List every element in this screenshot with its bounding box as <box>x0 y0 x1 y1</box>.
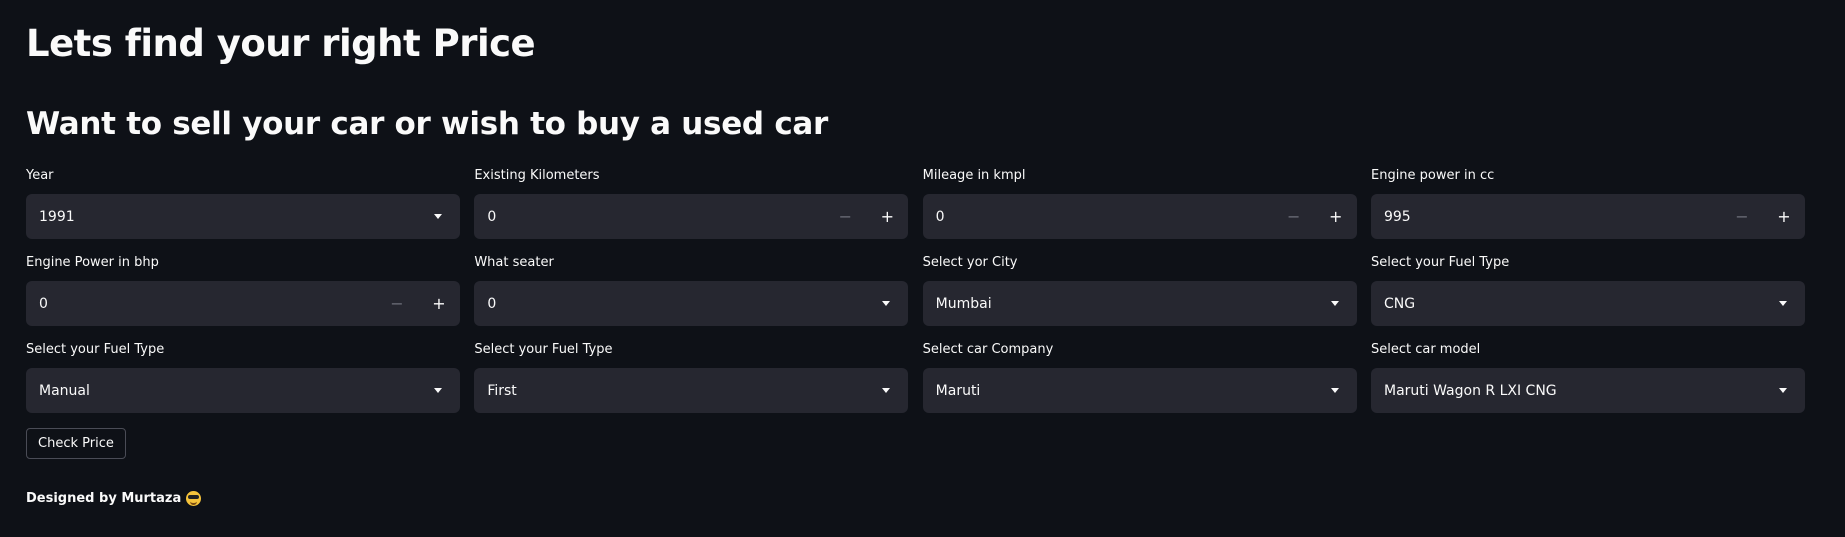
minus-button[interactable]: − <box>1721 194 1763 239</box>
field-label: Select yor City <box>922 255 1018 270</box>
car-company-select[interactable]: Maruti <box>922 368 1357 413</box>
plus-button[interactable]: + <box>1315 194 1357 239</box>
field-label: Select car Company <box>922 342 1054 357</box>
fuel-type-field: Select your Fuel Type CNG <box>1370 253 1805 340</box>
page-subtitle: Want to sell your car or wish to buy a u… <box>26 106 828 142</box>
field-label: Select your Fuel Type <box>474 342 613 357</box>
field-label: Year <box>26 168 54 183</box>
engine-bhp-field: Engine Power in bhp 0 − + <box>26 253 460 340</box>
number-value[interactable]: 0 <box>474 209 824 225</box>
input-grid: Year 1991 Existing Kilometers 0 − + Mile… <box>26 166 1805 427</box>
engine-cc-input[interactable]: 995 − + <box>1370 194 1805 239</box>
page-title: Lets find your right Price <box>26 22 536 65</box>
chevron-down-icon <box>434 214 442 219</box>
year-field: Year 1991 <box>26 166 460 253</box>
check-price-button[interactable]: Check Price <box>26 428 126 459</box>
chevron-down-icon <box>1330 301 1339 306</box>
city-field: Select yor City Mumbai <box>922 253 1357 340</box>
engine-bhp-input[interactable]: 0 − + <box>26 281 460 326</box>
number-value[interactable]: 995 <box>1371 209 1721 225</box>
number-value[interactable]: 0 <box>923 209 1273 225</box>
field-label: Mileage in kmpl <box>922 168 1026 183</box>
owner-select[interactable]: First <box>474 368 909 413</box>
minus-button[interactable]: − <box>1273 194 1315 239</box>
mileage-input[interactable]: 0 − + <box>922 194 1357 239</box>
plus-button[interactable]: + <box>418 281 460 326</box>
chevron-down-icon <box>1778 388 1787 393</box>
plus-button[interactable]: + <box>1763 194 1805 239</box>
year-select[interactable]: 1991 <box>26 194 460 239</box>
chevron-down-icon <box>882 301 891 306</box>
select-value: Mumbai <box>935 295 992 312</box>
car-model-field: Select car model Maruti Wagon R LXI CNG <box>1370 340 1805 427</box>
chevron-down-icon <box>882 388 891 393</box>
chevron-down-icon <box>1330 388 1339 393</box>
app-page: Lets find your right Price Want to sell … <box>0 0 1845 537</box>
select-value: Maruti Wagon R LXI CNG <box>1383 382 1557 399</box>
select-value: 0 <box>487 295 497 312</box>
field-label: Engine power in cc <box>1370 168 1495 183</box>
field-label: Select your Fuel Type <box>1370 255 1510 270</box>
car-model-select[interactable]: Maruti Wagon R LXI CNG <box>1370 368 1805 413</box>
transmission-field: Select your Fuel Type Manual <box>26 340 460 427</box>
plus-button[interactable]: + <box>866 194 908 239</box>
number-value[interactable]: 0 <box>26 296 376 312</box>
select-value: First <box>487 382 517 399</box>
select-value: Manual <box>39 382 90 399</box>
field-label: Existing Kilometers <box>474 168 600 183</box>
transmission-select[interactable]: Manual <box>26 368 460 413</box>
fuel-type-select[interactable]: CNG <box>1370 281 1805 326</box>
footer-text: Designed by Murtaza <box>26 491 182 506</box>
field-label: Engine Power in bhp <box>26 255 159 270</box>
existing-kilometers-field: Existing Kilometers 0 − + <box>474 166 909 253</box>
field-label: What seater <box>474 255 554 270</box>
number-stepper: − + <box>1273 194 1357 239</box>
car-company-field: Select car Company Maruti <box>922 340 1357 427</box>
select-value: Maruti <box>935 382 981 399</box>
select-value: CNG <box>1383 295 1416 312</box>
number-stepper: − + <box>1721 194 1805 239</box>
number-stepper: − + <box>376 281 460 326</box>
owner-field: Select your Fuel Type First <box>474 340 909 427</box>
existing-kilometers-input[interactable]: 0 − + <box>474 194 909 239</box>
footer-credit: Designed by Murtaza <box>26 491 202 506</box>
chevron-down-icon <box>1778 301 1787 306</box>
seater-select[interactable]: 0 <box>474 281 909 326</box>
chevron-down-icon <box>434 388 442 393</box>
city-select[interactable]: Mumbai <box>922 281 1357 326</box>
minus-button[interactable]: − <box>376 281 418 326</box>
select-value: 1991 <box>39 208 75 225</box>
seater-field: What seater 0 <box>474 253 909 340</box>
number-stepper: − + <box>824 194 908 239</box>
minus-button[interactable]: − <box>824 194 866 239</box>
field-label: Select your Fuel Type <box>26 342 165 357</box>
mileage-field: Mileage in kmpl 0 − + <box>922 166 1357 253</box>
sunglasses-emoji-icon <box>186 491 202 506</box>
field-label: Select car model <box>1370 342 1481 357</box>
engine-cc-field: Engine power in cc 995 − + <box>1370 166 1805 253</box>
